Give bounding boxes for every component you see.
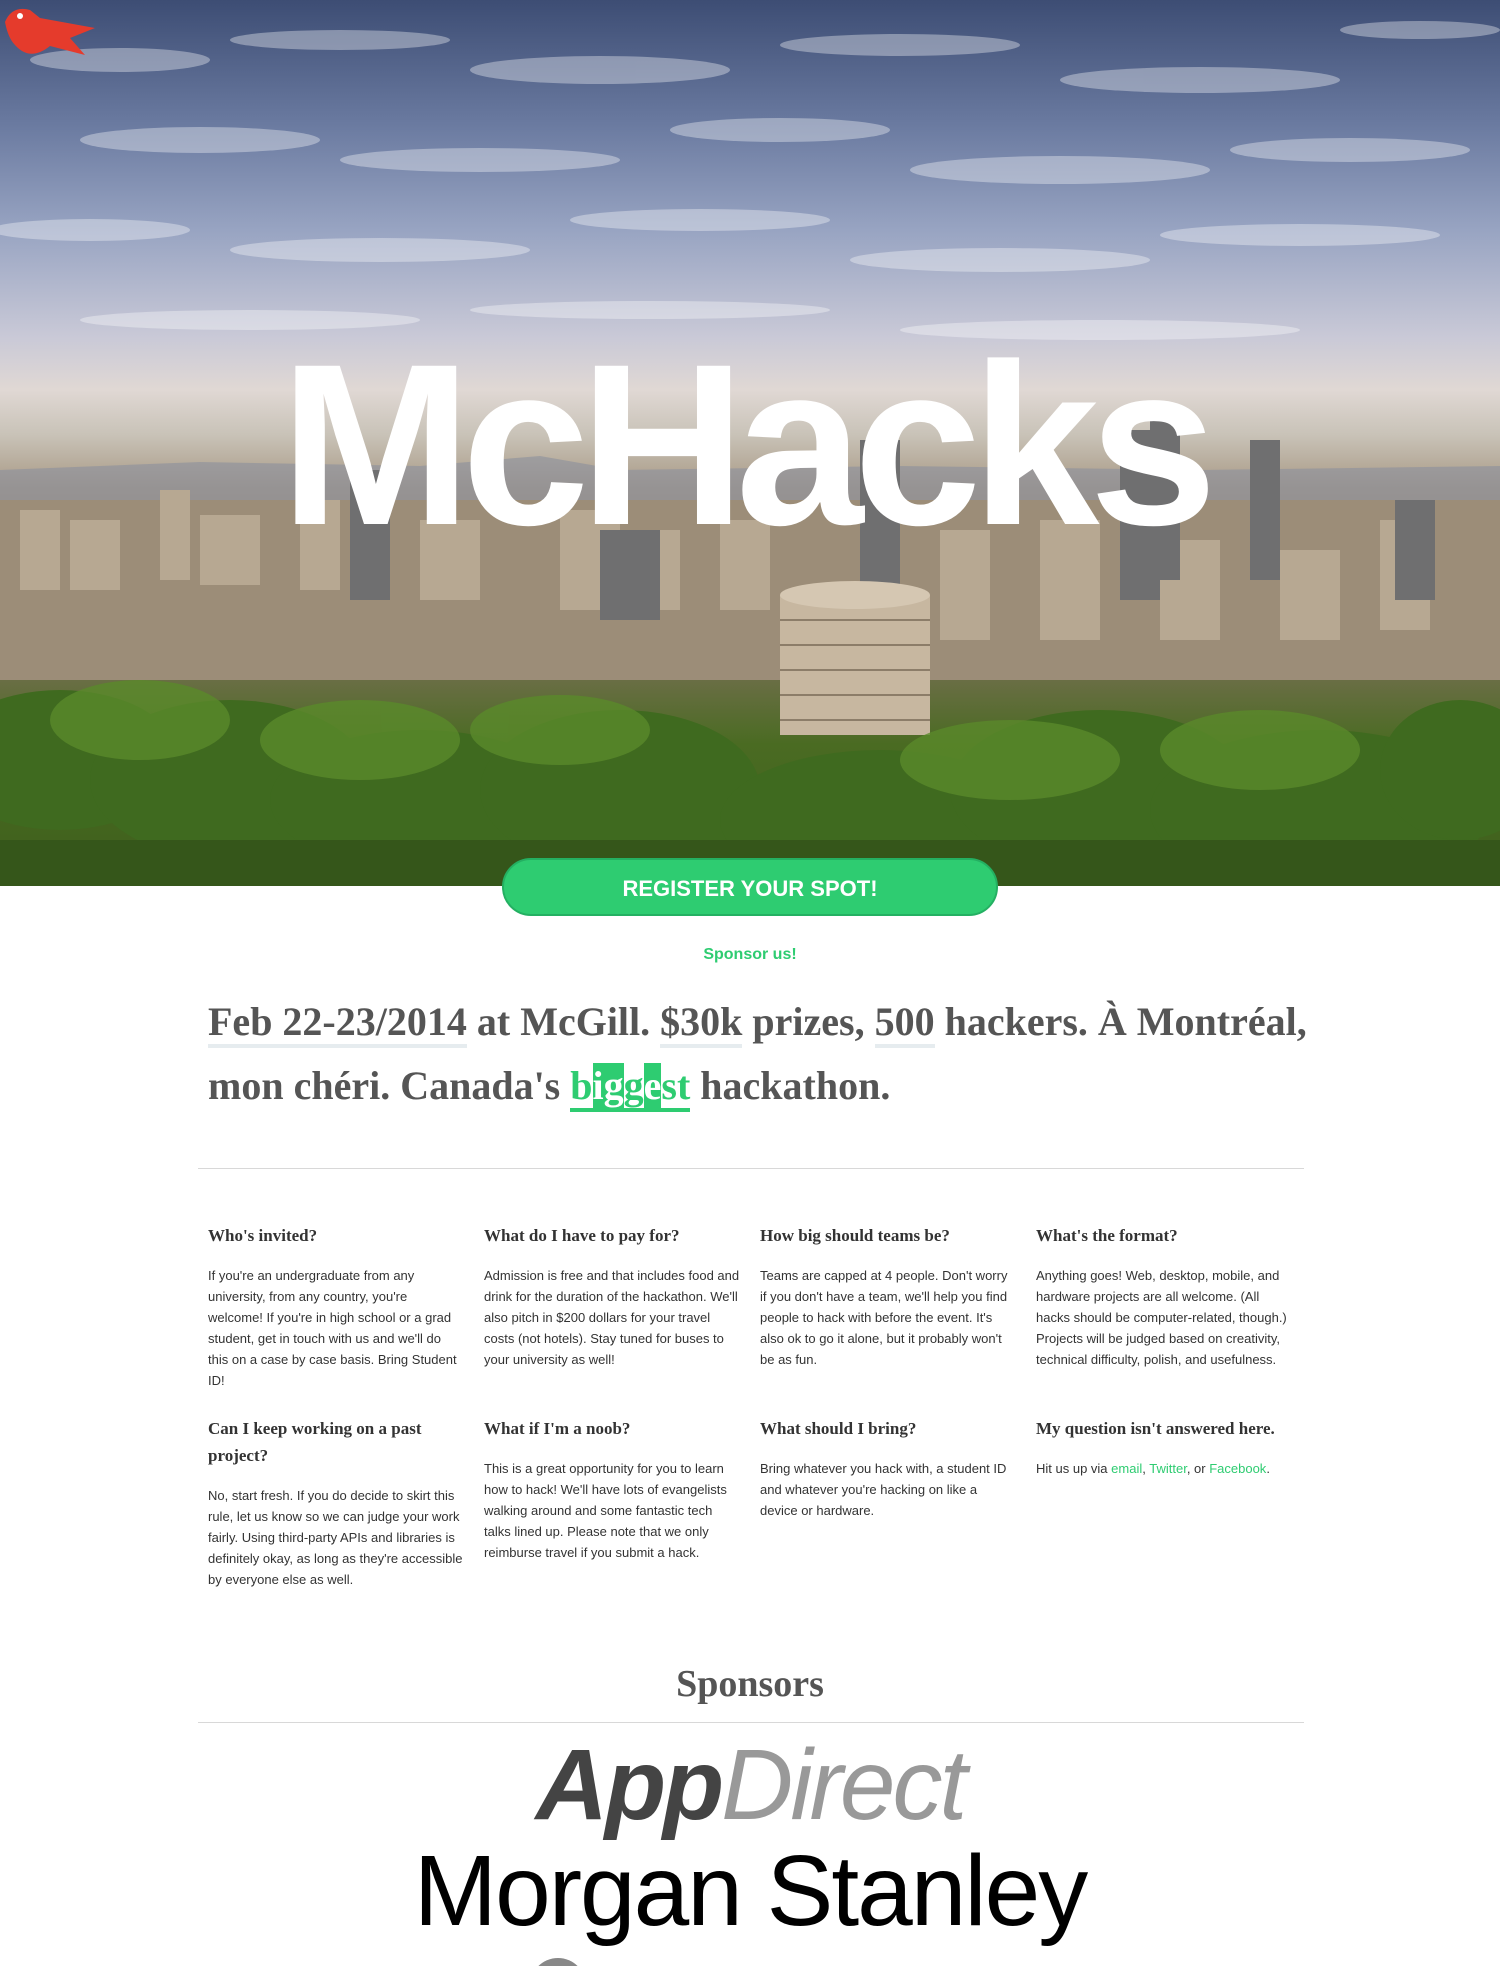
section-divider [198, 1722, 1304, 1723]
facebook-link[interactable]: Facebook [1209, 1461, 1266, 1476]
faq-item: What should I bring? Bring whatever you … [760, 1415, 1016, 1521]
faq-item: What do I have to pay for? Admission is … [484, 1222, 740, 1370]
contact-prefix: Hit us up via [1036, 1461, 1112, 1476]
red-bird-icon [5, 8, 95, 56]
section-divider [198, 1168, 1304, 1169]
tagline-venue: at McGill. [466, 999, 661, 1044]
faq-item: Can I keep working on a past project? No… [208, 1415, 464, 1590]
appdirect-logo-app: App [535, 1729, 724, 1841]
faq-question: Who's invited? [208, 1226, 318, 1245]
morgan-stanley-logo[interactable]: Morgan Stanley [0, 1836, 1500, 1946]
faq-question: What if I'm a noob? [484, 1419, 631, 1438]
twitter-link[interactable]: Twitter [1149, 1461, 1187, 1476]
sponsor-us-link[interactable]: Sponsor us! [0, 946, 1500, 964]
contact-suffix: . [1266, 1461, 1270, 1476]
register-button[interactable]: REGISTER YOUR SPOT! [502, 858, 998, 916]
hero-banner: McHacks [0, 0, 1500, 886]
faq-question: My question isn't answered here. [1036, 1419, 1275, 1438]
faq-item: How big should teams be? Teams are cappe… [760, 1222, 1016, 1370]
sponsor-logo-partial[interactable] [528, 1946, 968, 1966]
event-date: Feb 22-23/2014 [208, 999, 467, 1048]
email-link[interactable]: email [1111, 1461, 1142, 1476]
faq-item: Who's invited? If you're an undergraduat… [208, 1222, 464, 1391]
faq-answer: If you're an undergraduate from any univ… [208, 1268, 457, 1388]
faq-question: What's the format? [1036, 1226, 1178, 1245]
faq-question: What do I have to pay for? [484, 1226, 680, 1245]
faq-item: My question isn't answered here. Hit us … [1036, 1415, 1292, 1479]
faq-answer: Admission is free and that includes food… [484, 1268, 740, 1367]
biggest-letter: st [661, 1063, 691, 1108]
sponsors-heading: Sponsors [676, 1663, 824, 1705]
biggest-letter: g [623, 1063, 644, 1108]
page: McHacks REGISTER YOUR SPOT! Sponsor us! … [0, 0, 1500, 1966]
event-tagline: Feb 22-23/2014 at McGill. $30k prizes, 5… [208, 990, 1308, 1118]
faq-answer: No, start fresh. If you do decide to ski… [208, 1488, 463, 1587]
tagline-end: hackathon. [690, 1063, 891, 1108]
faq-item: What's the format? Anything goes! Web, d… [1036, 1222, 1292, 1370]
mchacks-logo: McHacks [280, 316, 1217, 573]
faq-answer: Teams are capped at 4 people. Don't worr… [760, 1268, 1008, 1367]
faq-question: How big should teams be? [760, 1226, 950, 1245]
biggest-letter: ig [592, 1063, 624, 1108]
biggest-letter: e [643, 1063, 662, 1108]
faq-answer: Hit us up via email, Twitter, or Faceboo… [1036, 1458, 1292, 1479]
contact-separator: , or [1186, 1461, 1210, 1476]
faq-answer: Anything goes! Web, desktop, mobile, and… [1036, 1268, 1287, 1367]
tagline-prizes: prizes, [742, 999, 875, 1044]
faq-question: What should I bring? [760, 1419, 917, 1438]
faq-answer: Bring whatever you hack with, a student … [760, 1461, 1007, 1518]
prize-amount: $30k [660, 999, 743, 1048]
appdirect-logo-direct: Direct [721, 1729, 967, 1841]
biggest-highlight: biggest [570, 1063, 691, 1112]
appdirect-logo[interactable]: AppDirect [0, 1730, 1500, 1840]
faq-item: What if I'm a noob? This is a great oppo… [484, 1415, 740, 1563]
faq-answer: This is a great opportunity for you to l… [484, 1461, 727, 1560]
hacker-count: 500 [874, 999, 935, 1048]
biggest-letter: b [570, 1063, 593, 1108]
faq-question: Can I keep working on a past project? [208, 1419, 422, 1465]
